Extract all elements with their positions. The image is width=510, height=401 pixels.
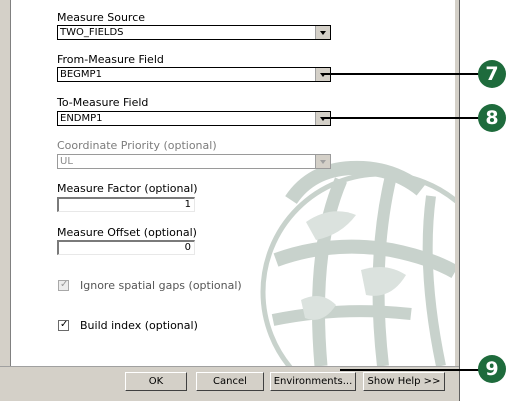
measure-factor-value: 1 [184, 199, 191, 210]
check-icon: ✓ [60, 319, 69, 330]
measure-source-value: TWO_FIELDS [60, 27, 124, 38]
measure-source-label: Measure Source [57, 11, 146, 24]
environments-button[interactable]: Environments... [270, 372, 356, 391]
cancel-button[interactable]: Cancel [196, 372, 264, 391]
coordinate-priority-value: UL [60, 156, 73, 167]
ok-button[interactable]: OK [125, 372, 187, 391]
coordinate-priority-label: Coordinate Priority (optional) [57, 139, 217, 152]
measure-factor-input[interactable]: 1 [57, 197, 195, 212]
coordinate-priority-arrow [315, 155, 330, 168]
ignore-gaps-label: Ignore spatial gaps (optional) [80, 279, 242, 292]
callout-7-leader [322, 73, 482, 75]
callout-7-badge: 7 [478, 60, 506, 88]
measure-factor-label: Measure Factor (optional) [57, 182, 198, 195]
measure-source-dropdown[interactable]: TWO_FIELDS [57, 25, 331, 40]
show-help-button[interactable]: Show Help >> [363, 372, 445, 391]
parameters-panel[interactable]: Measure Source TWO_FIELDS From-Measure F… [11, 0, 455, 366]
coordinate-priority-dropdown: UL [57, 154, 331, 169]
tool-dialog: Measure Source TWO_FIELDS From-Measure F… [0, 0, 460, 401]
ignore-gaps-checkbox: ✓ [58, 279, 69, 291]
check-icon: ✓ [60, 279, 69, 290]
measure-offset-value: 0 [184, 242, 191, 253]
chevron-down-icon [320, 160, 326, 164]
footer-divider [0, 366, 459, 367]
measure-offset-input[interactable]: 0 [57, 240, 195, 255]
build-index-checkbox[interactable]: ✓ [58, 319, 69, 331]
to-measure-value: ENDMP1 [60, 113, 103, 124]
callout-8-badge: 8 [478, 104, 506, 132]
from-measure-dropdown[interactable]: BEGMP1 [57, 67, 331, 82]
to-measure-dropdown[interactable]: ENDMP1 [57, 111, 331, 126]
build-index-label[interactable]: Build index (optional) [80, 319, 198, 332]
callout-9-badge: 9 [478, 355, 506, 383]
measure-source-arrow[interactable] [315, 26, 330, 39]
callout-9-leader [340, 369, 482, 371]
measure-offset-label: Measure Offset (optional) [57, 226, 197, 239]
from-measure-label: From-Measure Field [57, 53, 164, 66]
from-measure-value: BEGMP1 [60, 69, 102, 80]
to-measure-label: To-Measure Field [57, 96, 149, 109]
callout-8-leader [322, 117, 482, 119]
chevron-down-icon [320, 31, 326, 35]
